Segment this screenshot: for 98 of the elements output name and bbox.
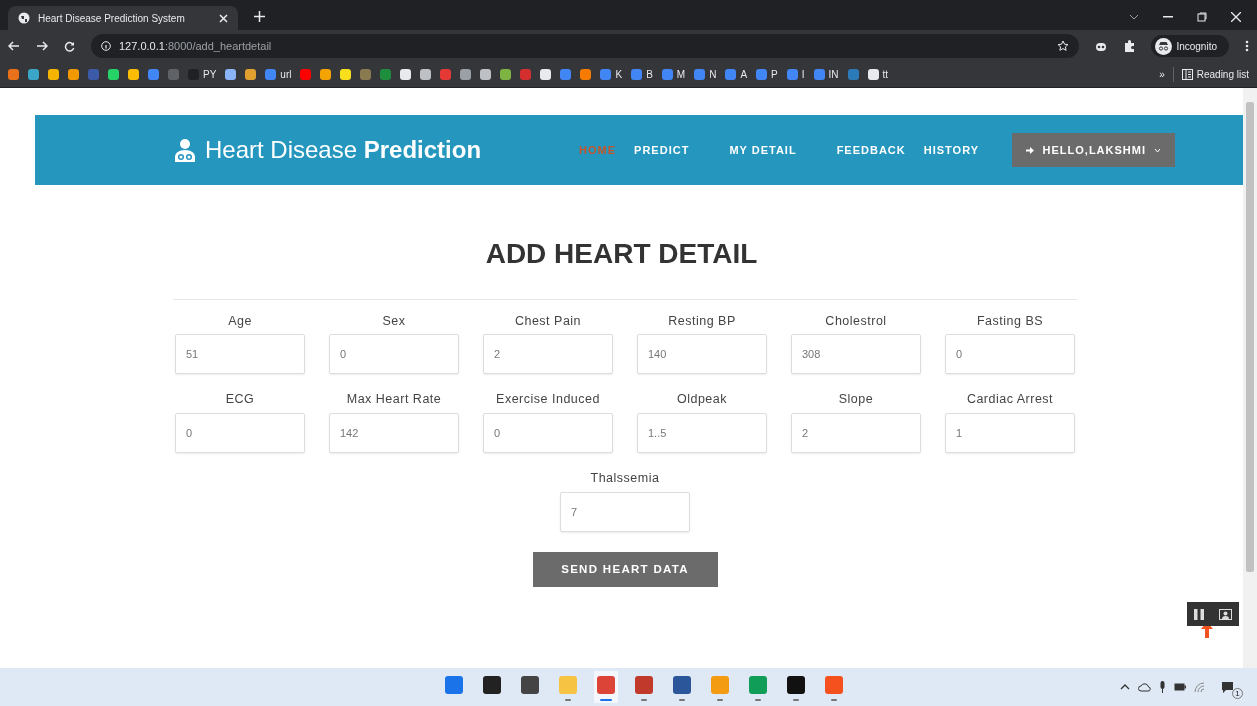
puzzle-icon[interactable] (1123, 40, 1136, 52)
bookmark-icon[interactable] (320, 69, 332, 80)
bookmark-label[interactable]: P (771, 67, 778, 82)
field-label: Max Heart Rate (346, 391, 442, 409)
input-field[interactable]: 2 (791, 413, 921, 454)
bookmark-icon[interactable] (460, 69, 472, 80)
address-bar[interactable]: 127.0.0.1:8000/add_heartdetail (91, 34, 1080, 58)
input-field[interactable]: 1..5 (637, 413, 767, 454)
field-label: Resting BP (668, 312, 736, 330)
bookmark-icon[interactable] (245, 69, 257, 80)
input-field[interactable]: 140 (637, 334, 767, 375)
tab-title: Heart Disease Prediction System (38, 11, 185, 26)
back-icon[interactable] (8, 41, 20, 51)
chevron-up-icon[interactable] (1120, 684, 1130, 690)
field-label: Slope (838, 391, 874, 409)
user-menu-button[interactable]: HELLO,LAKSHMI (1011, 133, 1175, 167)
nav-link[interactable]: FEEDBACK (836, 141, 906, 159)
overflow-button[interactable]: » (1159, 67, 1165, 82)
bookmark-icon[interactable] (420, 69, 432, 80)
bookmark-icon[interactable] (580, 69, 592, 80)
input-field[interactable]: 0 (329, 334, 459, 375)
star-icon[interactable] (1057, 40, 1070, 52)
field-label: Exercise Induced (496, 391, 600, 409)
url-text: 127.0.0.1:8000/add_heartdetail (119, 38, 272, 54)
bookmark-icon[interactable] (400, 69, 412, 80)
new-tab-icon[interactable] (254, 11, 265, 22)
incognito-icon[interactable] (1155, 37, 1173, 55)
doctor-icon (173, 138, 197, 162)
input-field[interactable]: 2 (483, 334, 613, 375)
extension-icon[interactable] (1095, 40, 1108, 52)
bookmark-icon[interactable] (68, 69, 79, 80)
reading-list-label[interactable]: Reading list (1196, 67, 1249, 82)
wifi-icon[interactable] (1194, 681, 1205, 693)
globe-icon (18, 12, 30, 24)
bookmark-label[interactable]: tt (882, 67, 889, 82)
sign-in-icon (1025, 145, 1035, 155)
bookmark-label[interactable]: N (709, 67, 717, 82)
nav-link[interactable]: PREDICT (634, 141, 690, 159)
reading-list-icon[interactable] (1181, 69, 1193, 80)
bookmark-label[interactable]: I (801, 67, 805, 82)
chevron-down-icon[interactable] (1129, 14, 1139, 20)
pause-icon[interactable] (1194, 608, 1205, 620)
bookmark-label[interactable]: url (280, 67, 292, 82)
bookmark-icon[interactable] (128, 69, 139, 80)
bookmark-icon[interactable] (108, 69, 119, 80)
more-icon[interactable] (1245, 40, 1249, 52)
field-label: Cardiac Arrest (966, 391, 1054, 409)
field-label: Fasting BS (976, 312, 1044, 330)
close-icon[interactable] (1231, 12, 1241, 22)
close-icon[interactable] (219, 13, 228, 23)
submit-button[interactable]: SEND HEART DATA (532, 551, 718, 587)
field-label: Cholestrol (825, 312, 887, 330)
bookmark-icon[interactable] (225, 69, 237, 80)
notification-button[interactable]: 1 (1221, 675, 1243, 699)
bookmark-label[interactable]: M (676, 67, 686, 82)
battery-icon[interactable] (1174, 683, 1186, 691)
input-field[interactable]: 7 (560, 491, 690, 532)
webcam-icon[interactable] (1218, 608, 1232, 620)
bookmark-label[interactable]: K (615, 67, 623, 82)
input-field[interactable]: 308 (791, 334, 921, 375)
bookmark-icon[interactable] (867, 69, 879, 80)
field-label: Age (228, 312, 252, 330)
profile-label: Incognito (1176, 39, 1218, 54)
restore-icon[interactable] (1197, 12, 1207, 22)
bookmark-icon[interactable] (48, 69, 59, 80)
bookmark-label[interactable]: B (646, 67, 653, 82)
bookmark-label[interactable]: A (740, 67, 748, 82)
notification-count: 1 (1232, 688, 1243, 699)
cloud-icon[interactable] (1138, 682, 1151, 692)
bookmark-label[interactable]: IN (828, 67, 839, 82)
bookmark-label[interactable]: PY (203, 67, 217, 82)
microphone-icon[interactable] (1159, 681, 1166, 693)
field-label: Thalssemia (590, 470, 660, 488)
reload-icon[interactable] (64, 40, 75, 52)
forward-icon[interactable] (36, 41, 48, 51)
input-field[interactable]: 0 (945, 334, 1075, 375)
input-field[interactable]: 1 (945, 413, 1075, 454)
bookmark-icon[interactable] (500, 69, 512, 80)
minimize-icon[interactable] (1163, 16, 1173, 18)
browser-tab[interactable]: Heart Disease Prediction System (8, 6, 238, 30)
field-label: Oldpeak (676, 391, 728, 409)
site-title[interactable]: Heart Disease Prediction (205, 132, 482, 168)
field-label: Sex (382, 312, 406, 330)
nav-link[interactable]: HISTORY (923, 141, 980, 159)
info-icon (101, 41, 111, 51)
input-field[interactable]: 51 (175, 334, 305, 375)
scrollbar[interactable] (1243, 88, 1257, 668)
input-field[interactable]: 142 (329, 413, 459, 454)
field-label: Chest Pain (514, 312, 582, 330)
bookmark-icon[interactable] (480, 69, 492, 80)
field-label: ECG (225, 391, 255, 409)
nav-link[interactable]: MY DETAIL (729, 141, 797, 159)
input-field[interactable]: 0 (175, 413, 305, 454)
chat-icon (1221, 681, 1234, 695)
bookmark-icon[interactable] (540, 69, 552, 80)
page-heading: ADD HEART DETAIL (484, 237, 759, 271)
input-field[interactable]: 0 (483, 413, 613, 454)
bookmark-icon[interactable] (340, 69, 352, 80)
